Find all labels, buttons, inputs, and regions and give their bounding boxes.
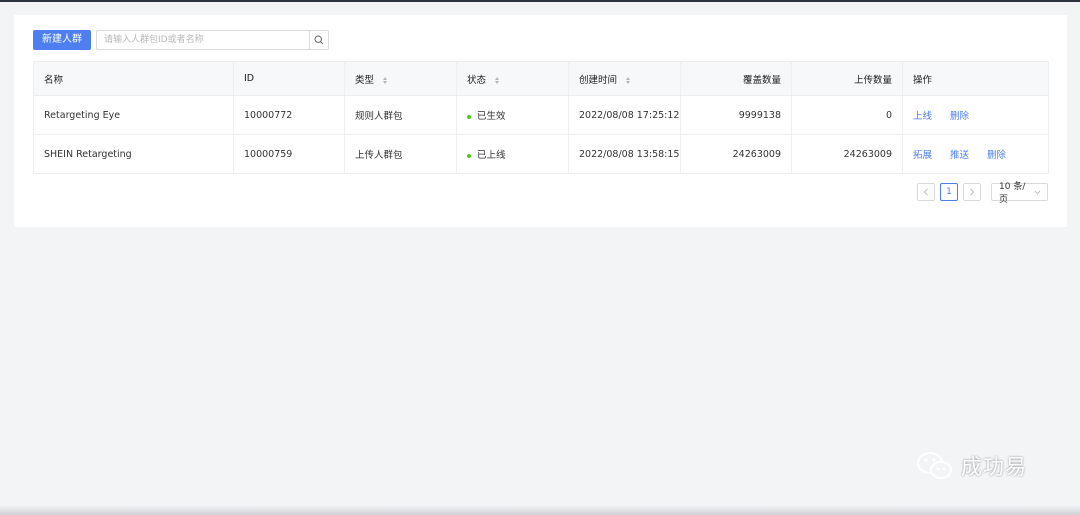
row-uploaded: 24263009 [791,134,903,174]
next-page-button[interactable] [963,183,981,201]
table-header-row: 名称 ID 类型 状态 创建时间 覆盖数量 上传数量 操作 [33,61,1049,96]
watermark: 成功易 [915,450,1027,482]
top-border [0,0,1080,2]
search-box [96,30,329,50]
row-name: Retargeting Eye [33,95,234,135]
watermark-text: 成功易 [961,455,1027,479]
search-input[interactable] [97,32,309,48]
search-icon [314,35,324,45]
delete-link[interactable]: 删除 [987,150,1006,161]
delete-link[interactable]: 删除 [950,111,969,122]
col-created-label: 创建时间 [579,74,618,86]
row-type: 规则人群包 [344,95,457,135]
col-coverage-header: 覆盖数量 [680,61,792,96]
chevron-down-icon [1034,190,1041,195]
crowd-list-panel: 新建人群 名称 ID 类型 [14,15,1067,227]
sort-icon[interactable] [626,76,632,84]
row-id: 10000759 [233,134,345,174]
table-row: Retargeting Eye 10000772 规则人群包 已生效 2022/… [33,95,1049,135]
row-actions: 拓展 推送 删除 [902,134,1049,174]
row-created: 2022/08/08 17:25:12 [568,95,681,135]
row-uploaded: 0 [791,95,903,135]
bottom-shadow [0,505,1080,515]
col-uploaded-header: 上传数量 [791,61,903,96]
status-dot-icon [467,114,471,119]
prev-page-button[interactable] [917,183,935,201]
online-link[interactable]: 上线 [913,111,932,122]
row-name: SHEIN Retargeting [33,134,234,174]
col-created-header[interactable]: 创建时间 [568,61,681,96]
col-id-header: ID [233,61,345,96]
row-id: 10000772 [233,95,345,135]
row-created: 2022/08/08 13:58:15 [568,134,681,174]
col-type-header[interactable]: 类型 [344,61,457,96]
row-coverage: 9999138 [680,95,792,135]
crowd-table: 名称 ID 类型 状态 创建时间 覆盖数量 上传数量 操作 Retargetin… [33,61,1049,174]
pagination: 1 10 条/页 [912,182,1048,205]
toolbar: 新建人群 [33,30,329,50]
push-link[interactable]: 推送 [950,150,969,161]
page-size-select[interactable]: 10 条/页 [991,182,1048,205]
row-type: 上传人群包 [344,134,457,174]
page-size-value: 10 条/页 [999,182,1026,205]
status-label: 已上线 [477,150,506,161]
row-status: 已生效 [456,95,569,135]
row-status: 已上线 [456,134,569,174]
new-crowd-button[interactable]: 新建人群 [33,30,91,50]
status-dot-icon [467,153,471,158]
col-type-label: 类型 [355,74,375,86]
col-actions-header: 操作 [902,61,1049,96]
col-status-header[interactable]: 状态 [456,61,569,96]
expand-link[interactable]: 拓展 [913,150,932,161]
sort-icon[interactable] [383,76,389,84]
sort-icon[interactable] [495,76,501,84]
table-row: SHEIN Retargeting 10000759 上传人群包 已上线 202… [33,134,1049,174]
chevron-right-icon [970,188,975,196]
col-status-label: 状态 [467,74,487,86]
wechat-icon [917,452,952,479]
status-label: 已生效 [477,111,506,122]
col-name-header: 名称 [33,61,234,96]
page-number-button[interactable]: 1 [940,183,958,201]
row-actions: 上线 删除 [902,95,1049,135]
chevron-left-icon [923,188,928,196]
search-button[interactable] [309,31,328,49]
row-coverage: 24263009 [680,134,792,174]
